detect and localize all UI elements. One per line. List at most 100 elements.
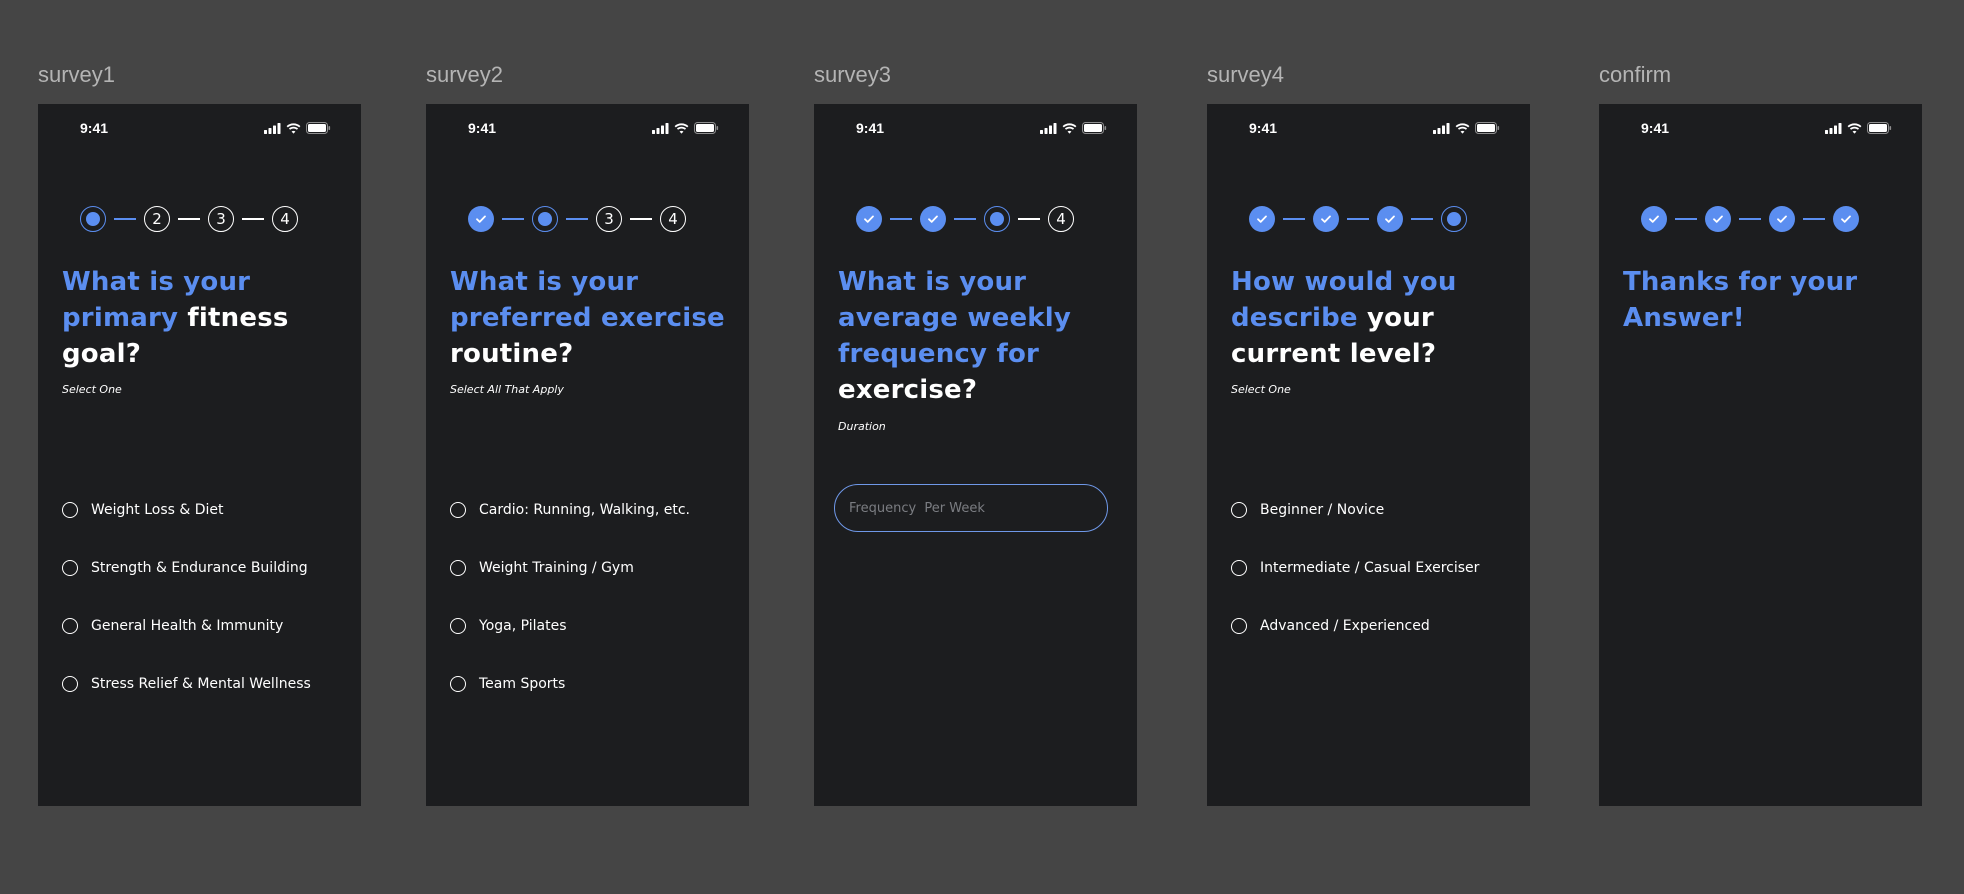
check-icon [1777, 215, 1787, 223]
phone-screen-survey3: 9:41 4 What is your average weekly frequ… [814, 104, 1137, 806]
wifi-icon [674, 122, 689, 134]
step-3-done [1769, 206, 1795, 232]
step-connector [890, 218, 912, 220]
progress-stepper: 3 4 [468, 206, 686, 232]
signal-icon [1825, 122, 1842, 134]
option-cardio[interactable]: Cardio: Running, Walking, etc. [450, 502, 690, 560]
check-icon [1649, 215, 1659, 223]
radio-icon[interactable] [450, 560, 466, 576]
battery-icon [1867, 122, 1892, 134]
option-team-sports[interactable]: Team Sports [450, 676, 690, 734]
progress-stepper [1249, 206, 1467, 232]
frame-label-survey3: survey3 [814, 62, 892, 87]
question-hint: Duration [838, 420, 886, 433]
radio-icon[interactable] [62, 560, 78, 576]
status-bar: 9:41 [426, 104, 749, 148]
radio-icon[interactable] [450, 502, 466, 518]
wifi-icon [1062, 122, 1077, 134]
status-icons [652, 122, 719, 134]
question-hint: Select One [62, 383, 122, 396]
option-weight-loss[interactable]: Weight Loss & Diet [62, 502, 311, 560]
phone-screen-confirm: 9:41 Thanks for your Answer! [1599, 104, 1922, 806]
step-connector [1018, 218, 1040, 220]
signal-icon [1040, 122, 1057, 134]
battery-icon [1475, 122, 1500, 134]
step-4: 4 [660, 206, 686, 232]
status-icons [1040, 122, 1107, 134]
thanks-message: Thanks for your Answer! [1623, 267, 1858, 333]
wifi-icon [286, 122, 301, 134]
radio-icon[interactable] [1231, 618, 1247, 634]
step-4: 4 [272, 206, 298, 232]
option-general-health[interactable]: General Health & Immunity [62, 618, 311, 676]
status-time: 9:41 [1641, 120, 1670, 136]
step-connector [630, 218, 652, 220]
radio-icon[interactable] [450, 676, 466, 692]
step-connector [1283, 218, 1305, 220]
step-3-done [1377, 206, 1403, 232]
battery-icon [1082, 122, 1107, 134]
radio-icon[interactable] [1231, 502, 1247, 518]
question-accent: What is your preferred exercise [450, 267, 725, 333]
battery-icon [306, 122, 331, 134]
wifi-icon [1455, 122, 1470, 134]
status-time: 9:41 [468, 120, 497, 136]
signal-icon [652, 122, 669, 134]
check-icon [864, 215, 874, 223]
option-label: General Health & Immunity [91, 618, 284, 634]
option-strength[interactable]: Strength & Endurance Building [62, 560, 311, 618]
step-2-current [532, 206, 558, 232]
option-yoga[interactable]: Yoga, Pilates [450, 618, 690, 676]
step-4: 4 [1048, 206, 1074, 232]
option-list: Cardio: Running, Walking, etc. Weight Tr… [450, 502, 690, 734]
check-icon [1385, 215, 1395, 223]
option-label: Stress Relief & Mental Wellness [91, 676, 311, 692]
status-time: 9:41 [80, 120, 109, 136]
battery-icon [694, 122, 719, 134]
check-icon [1841, 215, 1851, 223]
option-label: Team Sports [479, 676, 566, 692]
step-2-done [920, 206, 946, 232]
option-label: Weight Training / Gym [479, 560, 634, 576]
question-accent: What is your average weekly frequency fo… [838, 267, 1072, 369]
radio-icon[interactable] [1231, 560, 1247, 576]
radio-icon[interactable] [62, 618, 78, 634]
radio-icon[interactable] [450, 618, 466, 634]
question-hint: Select One [1231, 383, 1291, 396]
frequency-input[interactable] [834, 484, 1108, 532]
step-connector [114, 218, 136, 220]
phone-screen-survey1: 9:41 2 3 4 What is your primary fitness … [38, 104, 361, 806]
option-weight-training[interactable]: Weight Training / Gym [450, 560, 690, 618]
check-icon [1257, 215, 1267, 223]
phone-screen-survey4: 9:41 How would you describe your current… [1207, 104, 1530, 806]
radio-icon[interactable] [62, 502, 78, 518]
step-connector [1739, 218, 1761, 220]
step-connector [1347, 218, 1369, 220]
radio-icon[interactable] [62, 676, 78, 692]
step-1-done [1641, 206, 1667, 232]
step-3-current [984, 206, 1010, 232]
step-connector [566, 218, 588, 220]
status-bar: 9:41 [38, 104, 361, 148]
option-beginner[interactable]: Beginner / Novice [1231, 502, 1479, 560]
option-advanced[interactable]: Advanced / Experienced [1231, 618, 1479, 676]
option-label: Advanced / Experienced [1260, 618, 1430, 634]
option-list: Weight Loss & Diet Strength & Endurance … [62, 502, 311, 734]
wifi-icon [1847, 122, 1862, 134]
check-icon [1321, 215, 1331, 223]
option-intermediate[interactable]: Intermediate / Casual Exerciser [1231, 560, 1479, 618]
question-title: What is your primary fitness goal? [62, 264, 352, 372]
step-2: 2 [144, 206, 170, 232]
option-label: Strength & Endurance Building [91, 560, 308, 576]
option-list: Beginner / Novice Intermediate / Casual … [1231, 502, 1479, 676]
step-connector [1803, 218, 1825, 220]
phone-screen-survey2: 9:41 3 4 What is your preferred exercise… [426, 104, 749, 806]
option-label: Yoga, Pilates [479, 618, 567, 634]
step-connector [1675, 218, 1697, 220]
step-1-current [80, 206, 106, 232]
step-connector [502, 218, 524, 220]
frame-label-survey2: survey2 [426, 62, 504, 87]
status-icons [1433, 122, 1500, 134]
question-title: What is your preferred exercise routine? [450, 264, 740, 372]
option-stress-relief[interactable]: Stress Relief & Mental Wellness [62, 676, 311, 734]
